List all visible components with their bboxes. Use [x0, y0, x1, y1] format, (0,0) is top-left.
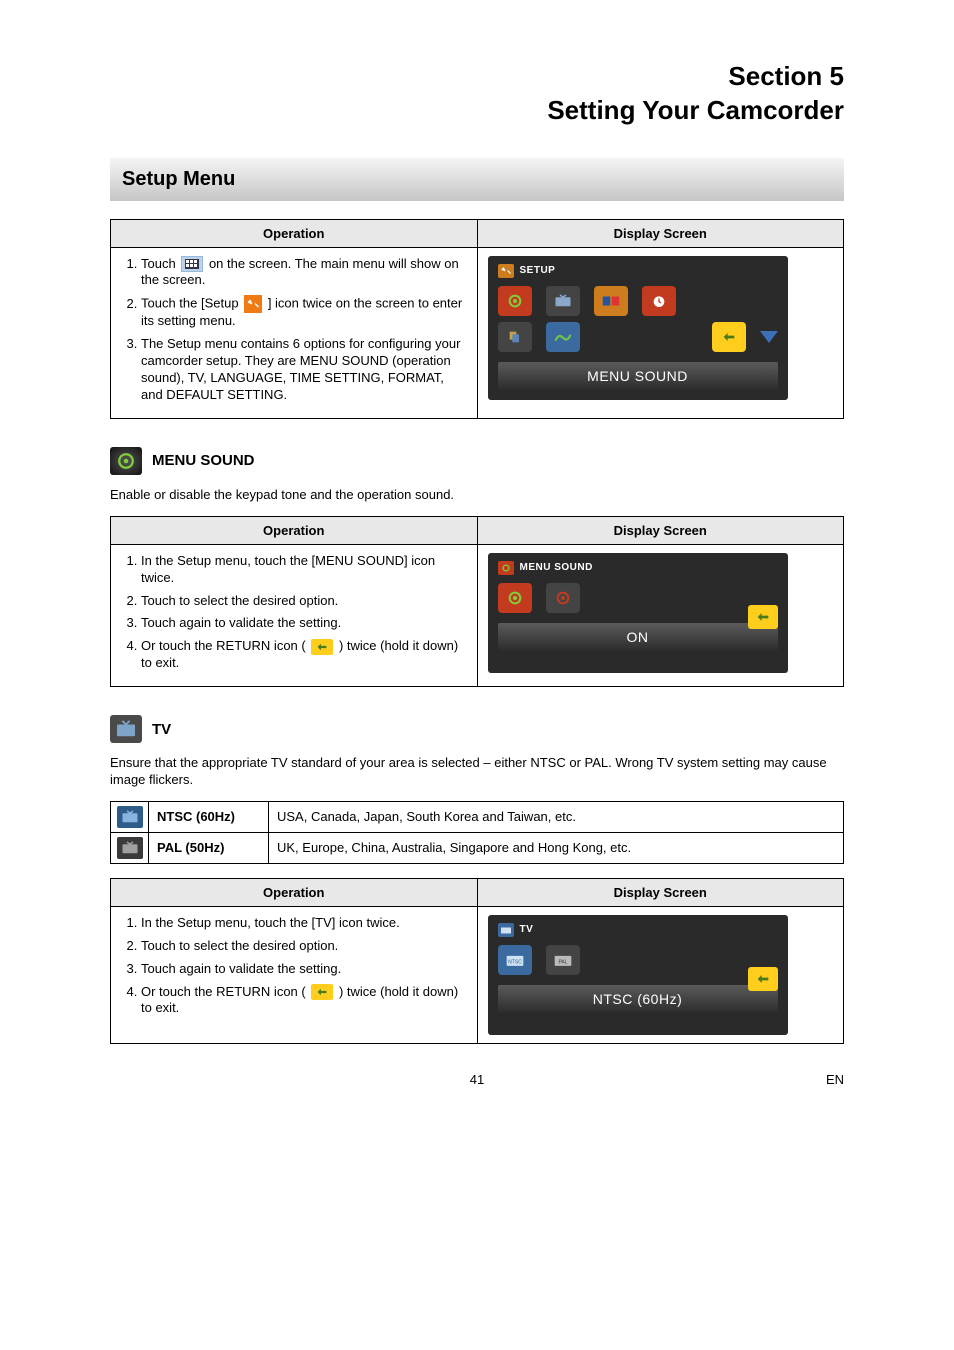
format-icon [498, 322, 532, 352]
col-operation: Operation [111, 219, 478, 247]
section-title: Section 5 Setting Your Camcorder [110, 60, 844, 128]
tv-standards-table: NTSC (60Hz) USA, Canada, Japan, South Ko… [110, 801, 844, 864]
setup-step1: Touch on the screen. The main menu will … [141, 256, 467, 290]
tv-desc: Ensure that the appropriate TV standard … [110, 755, 844, 789]
ms-screen-label: ON [498, 623, 778, 651]
svg-text:PAL: PAL [558, 959, 567, 965]
page-footer: 41 EN [110, 1072, 844, 1087]
section-line1: Section 5 [728, 61, 844, 91]
setup-step1a: Touch [141, 256, 179, 271]
setup-menu-table: Operation Display Screen Touch on the sc… [110, 219, 844, 419]
tv-disp-cell: TV NTSC PAL NTSC (60Hz) [477, 906, 844, 1043]
setup-screen-title: SETUP [520, 265, 556, 276]
menu-sound-header-icon [110, 447, 142, 475]
tv-col-op: Operation [111, 878, 478, 906]
tv-screen-mock: TV NTSC PAL NTSC (60Hz) [488, 915, 788, 1035]
tv-mini-icon [498, 923, 514, 937]
col-display: Display Screen [477, 219, 844, 247]
setup-step3: The Setup menu contains 6 options for co… [141, 336, 467, 404]
tv-section-header: TV [110, 715, 844, 743]
return-icon [748, 605, 778, 629]
ntsc-icon-cell [111, 801, 149, 832]
ntsc-label: NTSC (60Hz) [149, 801, 269, 832]
setup-mini-icon [498, 264, 514, 278]
setup-display-cell: SETUP [477, 247, 844, 418]
setup-tools-icon [244, 295, 262, 313]
menu-sound-label: MENU SOUND [152, 452, 255, 469]
menu-sound-section-header: MENU SOUND [110, 447, 844, 475]
tv-col-disp: Display Screen [477, 878, 844, 906]
menu-sound-icon [498, 286, 532, 316]
ms-screen-title: MENU SOUND [520, 562, 593, 573]
tv-step3: Touch again to validate the setting. [141, 961, 467, 978]
pal-icon-cell [111, 832, 149, 863]
pal-icon [117, 837, 143, 859]
setup-operation-cell: Touch on the screen. The main menu will … [111, 247, 478, 418]
pal-regions: UK, Europe, China, Australia, Singapore … [269, 832, 844, 863]
tv-screen-label: NTSC (60Hz) [498, 985, 778, 1013]
pal-label: PAL (50Hz) [149, 832, 269, 863]
ms-step2: Touch to select the desired option. [141, 593, 467, 610]
ms-mini-icon [498, 561, 514, 575]
tv-label: TV [152, 721, 171, 738]
menu-sound-table: Operation Display Screen In the Setup me… [110, 516, 844, 687]
ms-step4: Or touch the RETURN icon ( ) twice (hold… [141, 638, 467, 672]
setup-screen-mock: SETUP [488, 256, 788, 400]
ms-step4a: Or touch the RETURN icon ( [141, 638, 309, 653]
menu-grid-icon [181, 256, 203, 272]
setup-step2a: Touch the [Setup [141, 296, 242, 311]
ntsc-icon [117, 806, 143, 828]
sound-on-icon [498, 583, 532, 613]
ms-col-op: Operation [111, 516, 478, 544]
menu-sound-screen-mock: MENU SOUND ON [488, 553, 788, 673]
ms-disp-cell: MENU SOUND ON [477, 544, 844, 686]
pal-option-icon: PAL [546, 945, 580, 975]
ms-step3: Touch again to validate the setting. [141, 615, 467, 632]
tv-step4a: Or touch the RETURN icon ( [141, 984, 309, 999]
return-icon [311, 639, 333, 655]
return-icon [311, 984, 333, 1000]
tv-step4: Or touch the RETURN icon ( ) twice (hold… [141, 984, 467, 1018]
tv-op-cell: In the Setup menu, touch the [TV] icon t… [111, 906, 478, 1043]
page-number: 41 [150, 1072, 804, 1087]
setup-menu-header: Setup Menu [110, 158, 844, 201]
tv-icon [546, 286, 580, 316]
page-language: EN [804, 1072, 844, 1087]
time-setting-icon [642, 286, 676, 316]
ms-op-cell: In the Setup menu, touch the [MENU SOUND… [111, 544, 478, 686]
default-setting-icon [546, 322, 580, 352]
return-icon [712, 322, 746, 352]
tv-screen-title: TV [520, 924, 534, 935]
return-icon [748, 967, 778, 991]
ms-step1: In the Setup menu, touch the [MENU SOUND… [141, 553, 467, 587]
ntsc-option-icon: NTSC [498, 945, 532, 975]
sound-off-icon [546, 583, 580, 613]
setup-step2: Touch the [Setup ] icon twice on the scr… [141, 295, 467, 330]
section-line2: Setting Your Camcorder [547, 95, 844, 125]
ms-col-disp: Display Screen [477, 516, 844, 544]
menu-sound-desc: Enable or disable the keypad tone and th… [110, 487, 844, 504]
setup-screen-label: MENU SOUND [498, 362, 778, 390]
ntsc-regions: USA, Canada, Japan, South Korea and Taiw… [269, 801, 844, 832]
tv-header-icon [110, 715, 142, 743]
svg-text:NTSC: NTSC [508, 959, 522, 965]
tv-step1: In the Setup menu, touch the [TV] icon t… [141, 915, 467, 932]
tv-table: Operation Display Screen In the Setup me… [110, 878, 844, 1044]
language-icon [594, 286, 628, 316]
scroll-down-icon [760, 331, 778, 343]
tv-step2: Touch to select the desired option. [141, 938, 467, 955]
